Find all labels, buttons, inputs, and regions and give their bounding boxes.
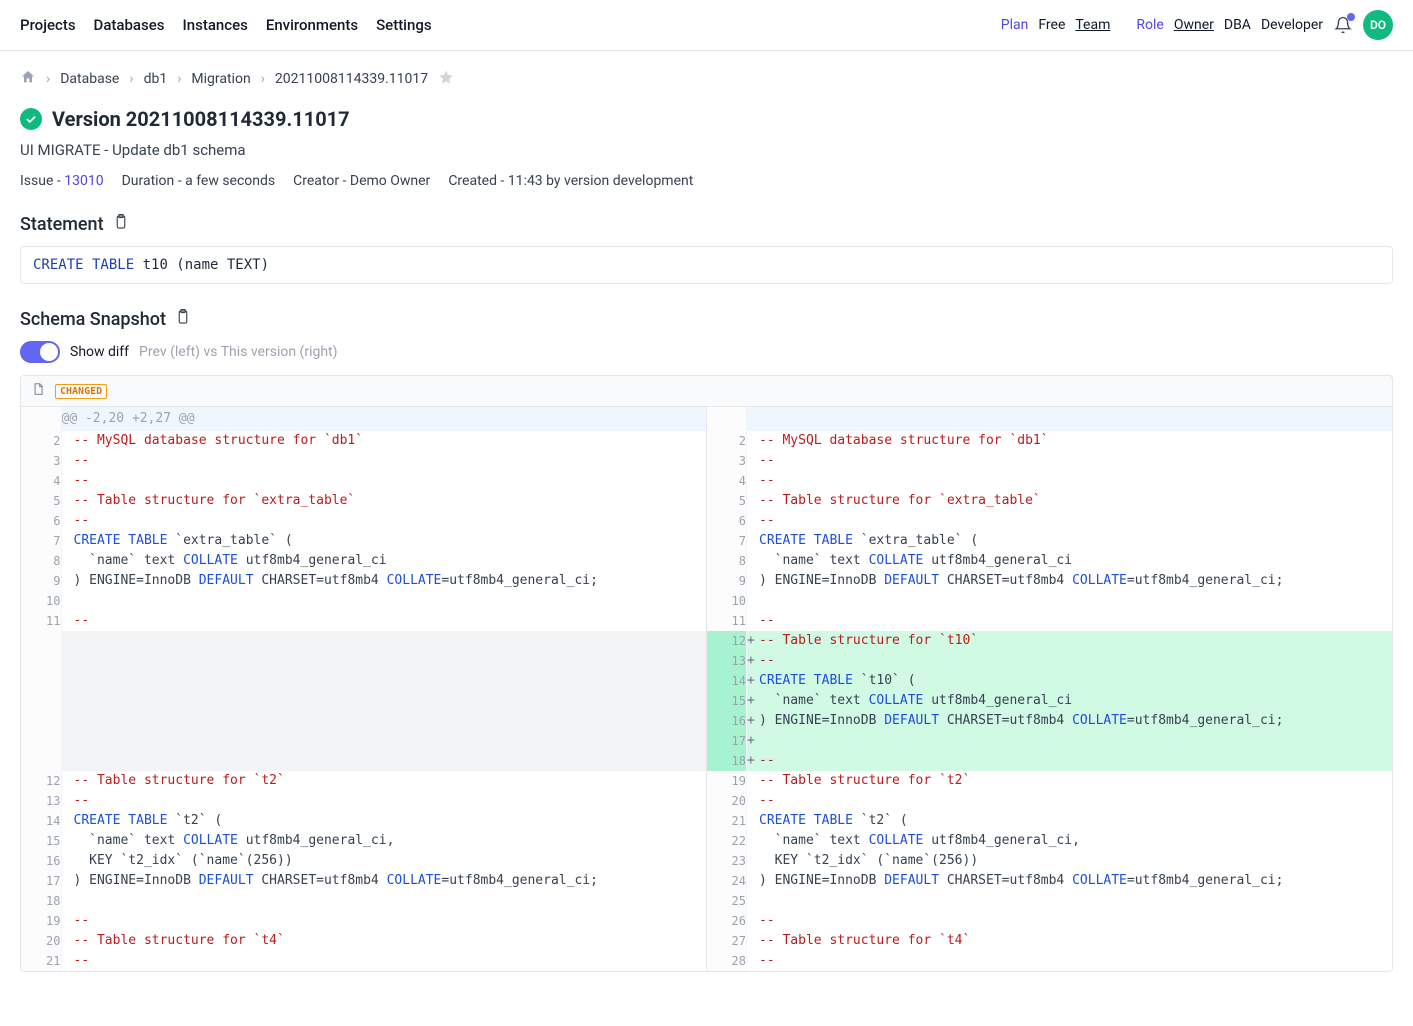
- creator-value: Demo Owner: [350, 173, 430, 189]
- plan-team[interactable]: Team: [1075, 17, 1110, 33]
- topbar: Projects Databases Instances Environment…: [0, 0, 1413, 51]
- top-right: Plan Free Team Role Owner DBA Developer …: [1001, 10, 1393, 40]
- star-icon[interactable]: [438, 69, 454, 89]
- page-subtitle: UI MIGRATE - Update db1 schema: [20, 141, 1393, 159]
- chevron-right-icon: ›: [177, 71, 181, 87]
- title-row: Version 20211008114339.11017: [20, 107, 1393, 131]
- toggle-label: Show diff: [70, 344, 129, 360]
- home-icon[interactable]: [20, 69, 36, 89]
- snapshot-heading: Schema Snapshot: [20, 308, 1393, 331]
- bell-icon[interactable]: [1333, 15, 1353, 35]
- issue-link[interactable]: 13010: [64, 173, 103, 189]
- crumb-database[interactable]: Database: [60, 71, 119, 87]
- sql-keyword: CREATE TABLE: [33, 257, 134, 273]
- nav-settings[interactable]: Settings: [376, 16, 432, 34]
- duration-label: Duration -: [122, 173, 182, 189]
- show-diff-toggle[interactable]: [20, 341, 60, 363]
- notification-dot: [1347, 13, 1355, 21]
- diff-view: CHANGED @@ -2,20 +2,27 @@2 -- MySQL data…: [20, 375, 1393, 972]
- diff-toggle-row: Show diff Prev (left) vs This version (r…: [20, 341, 1393, 363]
- meta-row: Issue - 13010 Duration - a few seconds C…: [20, 173, 1393, 189]
- diff-table: @@ -2,20 +2,27 @@2 -- MySQL database str…: [21, 407, 1392, 971]
- statement-box: CREATE TABLE t10 (name TEXT): [20, 246, 1393, 284]
- plan-value: Free: [1038, 17, 1065, 33]
- chevron-right-icon: ›: [129, 71, 133, 87]
- breadcrumb: › Database › db1 › Migration › 202110081…: [20, 69, 1393, 89]
- changed-badge: CHANGED: [55, 384, 107, 399]
- role-owner[interactable]: Owner: [1174, 17, 1214, 33]
- chevron-right-icon: ›: [46, 71, 50, 87]
- check-circle-icon: [20, 108, 42, 130]
- statement-heading: Statement: [20, 213, 1393, 236]
- file-icon: [31, 382, 45, 400]
- sql-rest: t10 (name TEXT): [134, 257, 269, 273]
- avatar[interactable]: DO: [1363, 10, 1393, 40]
- page-title: Version 20211008114339.11017: [52, 107, 350, 131]
- creator-label: Creator -: [293, 173, 346, 189]
- nav-instances[interactable]: Instances: [183, 16, 248, 34]
- clipboard-icon[interactable]: [174, 308, 192, 331]
- role-dba[interactable]: DBA: [1224, 17, 1251, 33]
- diff-header: CHANGED: [21, 376, 1392, 407]
- nav-environments[interactable]: Environments: [266, 16, 358, 34]
- crumb-version[interactable]: 20211008114339.11017: [275, 71, 428, 87]
- chevron-right-icon: ›: [261, 71, 265, 87]
- created-label: Created -: [448, 173, 504, 189]
- crumb-migration[interactable]: Migration: [191, 71, 250, 87]
- nav-databases[interactable]: Databases: [94, 16, 165, 34]
- role-label: Role: [1136, 17, 1163, 33]
- duration-value: a few seconds: [185, 173, 275, 189]
- created-value: 11:43 by version development: [508, 173, 694, 189]
- role-developer[interactable]: Developer: [1261, 17, 1323, 33]
- plan-label: Plan: [1001, 17, 1029, 33]
- issue-label: Issue -: [20, 173, 61, 189]
- top-nav: Projects Databases Instances Environment…: [20, 16, 432, 34]
- clipboard-icon[interactable]: [112, 213, 130, 236]
- nav-projects[interactable]: Projects: [20, 16, 76, 34]
- toggle-hint: Prev (left) vs This version (right): [139, 344, 337, 360]
- crumb-db1[interactable]: db1: [144, 71, 168, 87]
